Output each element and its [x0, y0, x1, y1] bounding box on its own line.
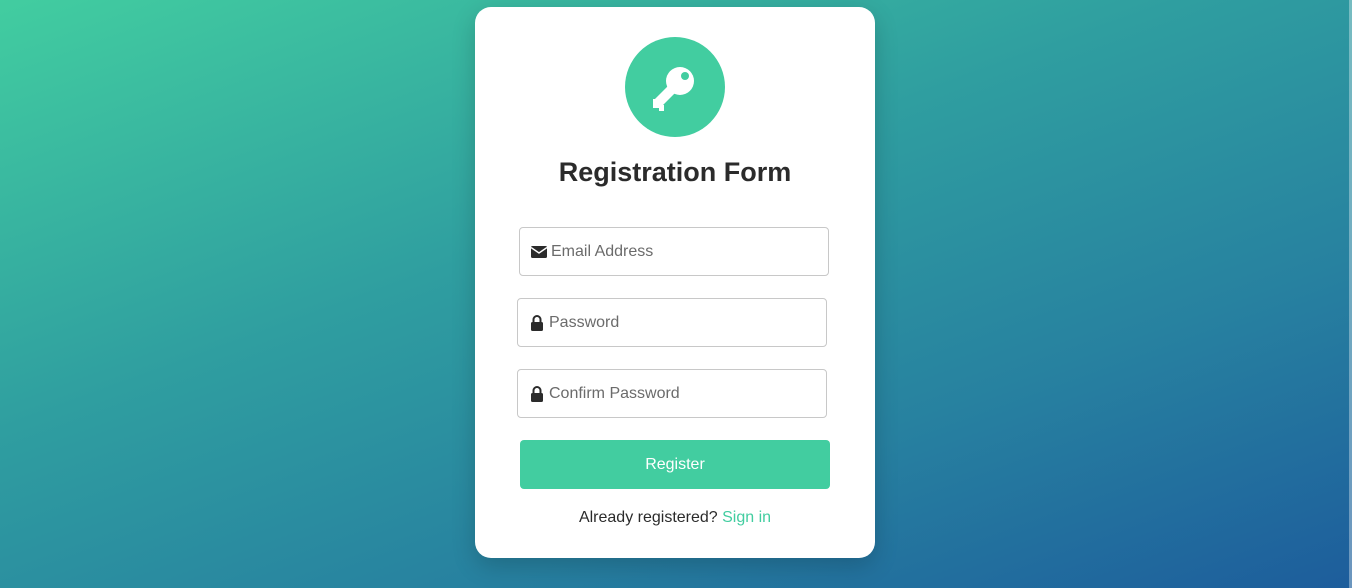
password-input[interactable]	[549, 313, 809, 332]
email-input[interactable]	[551, 242, 811, 261]
confirm-password-input[interactable]	[549, 384, 809, 403]
register-button[interactable]: Register	[520, 440, 830, 489]
signin-link[interactable]: Sign in	[722, 509, 771, 526]
key-icon	[653, 67, 694, 111]
email-field[interactable]	[519, 227, 829, 276]
envelope-icon	[530, 243, 547, 260]
footer-text: Already registered?	[578, 509, 723, 526]
confirm-password-field[interactable]	[517, 369, 827, 418]
lock-icon	[528, 385, 545, 402]
page-title: Registration Form	[558, 157, 792, 187]
signin-prompt: Already registered? Sign in	[475, 509, 875, 527]
password-field[interactable]	[517, 298, 827, 347]
logo-badge	[625, 37, 725, 137]
registration-card: Registration Form Register	[475, 7, 875, 558]
lock-icon	[528, 314, 545, 331]
